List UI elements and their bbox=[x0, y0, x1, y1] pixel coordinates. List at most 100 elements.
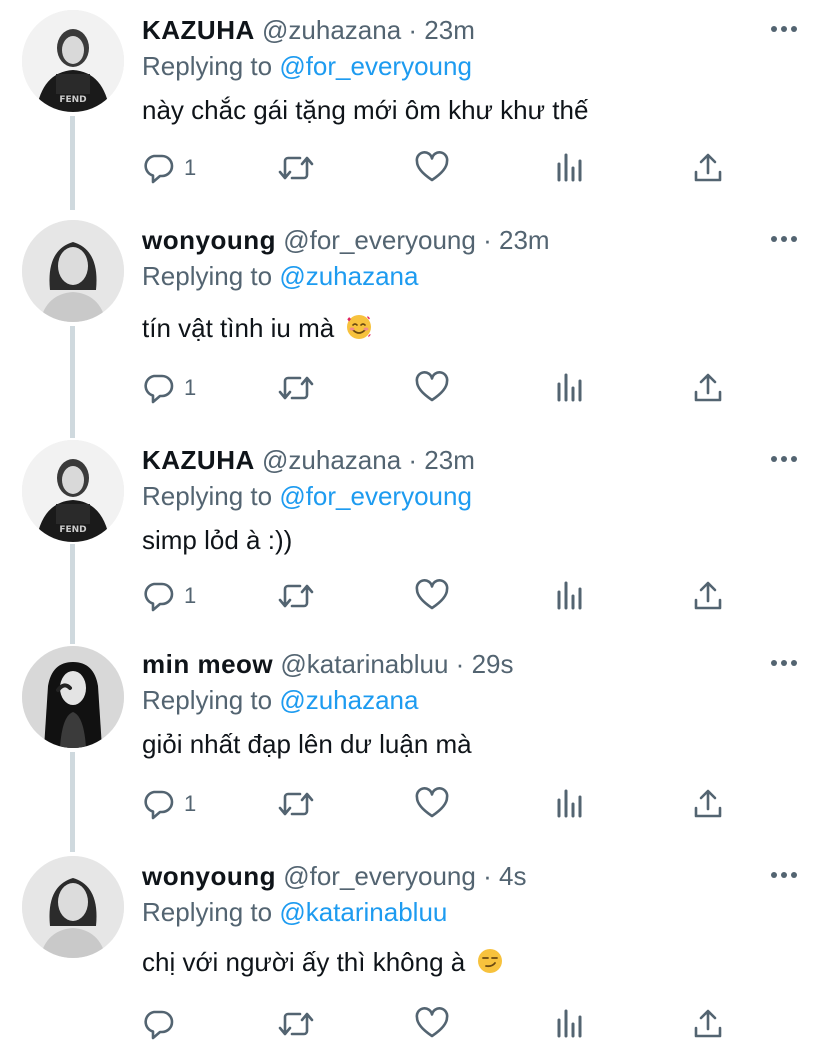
separator-dot: · bbox=[408, 445, 418, 475]
replying-to-link[interactable]: @for_everyoung bbox=[279, 51, 472, 81]
replying-to: Replying to @for_everyoung bbox=[142, 48, 472, 84]
more-options-icon[interactable] bbox=[770, 454, 798, 464]
tweet[interactable]: FEND KAZUHA @zuhazana · 23m Replying to … bbox=[0, 0, 828, 210]
reply-button[interactable]: 1 bbox=[140, 148, 196, 188]
more-options-icon[interactable] bbox=[770, 658, 798, 668]
user-handle[interactable]: @katarinabluu bbox=[280, 649, 448, 679]
replying-to: Replying to @for_everyoung bbox=[142, 478, 472, 514]
tweet-text: chị với người ấy thì không à bbox=[142, 944, 504, 980]
tweet[interactable]: wonyoung @for_everyoung · 23m Replying t… bbox=[0, 210, 828, 430]
share-icon bbox=[694, 789, 722, 818]
analytics-button[interactable] bbox=[554, 576, 586, 616]
reply-icon bbox=[144, 790, 174, 820]
retweet-icon bbox=[278, 792, 314, 816]
replying-to-link[interactable]: @for_everyoung bbox=[279, 481, 472, 511]
tweet[interactable]: wonyoung @for_everyoung · 4s Replying to… bbox=[0, 846, 828, 1052]
retweet-button[interactable] bbox=[276, 368, 316, 408]
reply-button[interactable] bbox=[140, 1004, 184, 1044]
timestamp[interactable]: 4s bbox=[499, 861, 526, 891]
replying-to-link[interactable]: @zuhazana bbox=[279, 261, 418, 291]
tweet-text-content: simp lỏd à :)) bbox=[142, 525, 293, 555]
analytics-button[interactable] bbox=[554, 148, 586, 188]
retweet-button[interactable] bbox=[276, 784, 316, 824]
like-button[interactable] bbox=[414, 148, 450, 188]
tweet[interactable]: FEND KAZUHA @zuhazana · 23m Replying to … bbox=[0, 430, 828, 640]
timestamp[interactable]: 23m bbox=[499, 225, 550, 255]
separator-dot: · bbox=[455, 649, 465, 679]
separator-dot: · bbox=[483, 861, 492, 891]
like-button[interactable] bbox=[414, 1004, 450, 1044]
display-name[interactable]: KAZUHA bbox=[142, 445, 255, 475]
display-name[interactable]: wonyoung bbox=[142, 861, 276, 891]
share-icon bbox=[694, 1009, 722, 1038]
user-handle[interactable]: @for_everyoung bbox=[283, 225, 476, 255]
share-button[interactable] bbox=[692, 784, 724, 824]
avatar[interactable]: FEND bbox=[22, 10, 124, 112]
reply-icon bbox=[144, 582, 174, 612]
more-options-icon[interactable] bbox=[770, 870, 798, 880]
retweet-icon bbox=[278, 1012, 314, 1036]
user-handle[interactable]: @zuhazana bbox=[262, 15, 401, 45]
reply-count: 1 bbox=[184, 791, 197, 816]
timestamp[interactable]: 23m bbox=[424, 445, 475, 475]
replying-to-label: Replying to bbox=[142, 481, 273, 511]
reply-icon bbox=[144, 374, 174, 404]
share-button[interactable] bbox=[692, 148, 724, 188]
retweet-button[interactable] bbox=[276, 576, 316, 616]
replying-to: Replying to @zuhazana bbox=[142, 258, 418, 294]
display-name[interactable]: KAZUHA bbox=[142, 15, 255, 45]
like-button[interactable] bbox=[414, 784, 450, 824]
analytics-icon bbox=[557, 581, 582, 610]
svg-text:FEND: FEND bbox=[59, 95, 86, 105]
analytics-button[interactable] bbox=[554, 784, 586, 824]
analytics-button[interactable] bbox=[554, 368, 586, 408]
heart-icon bbox=[415, 579, 449, 610]
separator-dot: · bbox=[408, 15, 418, 45]
heart-icon bbox=[415, 371, 449, 402]
display-name[interactable]: wonyoung bbox=[142, 225, 276, 255]
reply-button[interactable]: 1 bbox=[140, 784, 196, 824]
reply-count: 1 bbox=[184, 155, 197, 180]
analytics-icon bbox=[557, 153, 582, 182]
user-handle[interactable]: @for_everyoung bbox=[283, 861, 476, 891]
analytics-icon bbox=[557, 789, 582, 818]
share-icon bbox=[694, 153, 722, 182]
timestamp[interactable]: 29s bbox=[472, 649, 514, 679]
action-bar: 1 bbox=[140, 148, 740, 188]
reply-icon bbox=[144, 1010, 174, 1040]
tweet-text-content: này chắc gái tặng mới ôm khư khư thế bbox=[142, 95, 589, 125]
tweet[interactable]: min meow @katarinabluu · 29s Replying to… bbox=[0, 640, 828, 850]
reply-button[interactable]: 1 bbox=[140, 368, 196, 408]
timestamp[interactable]: 23m bbox=[424, 15, 475, 45]
tweet-header: wonyoung @for_everyoung · 23m bbox=[142, 222, 550, 258]
reply-icon bbox=[144, 154, 174, 184]
more-options-icon[interactable] bbox=[770, 24, 798, 34]
avatar[interactable] bbox=[22, 220, 124, 322]
analytics-icon bbox=[557, 1009, 582, 1038]
avatar[interactable] bbox=[22, 646, 124, 748]
avatar[interactable]: FEND bbox=[22, 440, 124, 542]
share-button[interactable] bbox=[692, 1004, 724, 1044]
like-button[interactable] bbox=[414, 576, 450, 616]
more-options-icon[interactable] bbox=[770, 234, 798, 244]
svg-text:FEND: FEND bbox=[59, 525, 86, 535]
reply-count: 1 bbox=[184, 583, 197, 608]
retweet-button[interactable] bbox=[276, 1004, 316, 1044]
share-button[interactable] bbox=[692, 368, 724, 408]
reply-count: 1 bbox=[184, 375, 197, 400]
smirking-face-icon bbox=[478, 949, 503, 973]
replying-to-link[interactable]: @zuhazana bbox=[279, 685, 418, 715]
heart-icon bbox=[415, 151, 449, 182]
like-button[interactable] bbox=[414, 368, 450, 408]
avatar[interactable] bbox=[22, 856, 124, 958]
replying-to-link[interactable]: @katarinabluu bbox=[279, 897, 447, 927]
replying-to-label: Replying to bbox=[142, 51, 273, 81]
user-handle[interactable]: @zuhazana bbox=[262, 445, 401, 475]
display-name[interactable]: min meow bbox=[142, 649, 273, 679]
analytics-button[interactable] bbox=[554, 1004, 586, 1044]
replying-to-label: Replying to bbox=[142, 685, 273, 715]
reply-button[interactable]: 1 bbox=[140, 576, 196, 616]
separator-dot: · bbox=[483, 225, 492, 255]
share-button[interactable] bbox=[692, 576, 724, 616]
retweet-button[interactable] bbox=[276, 148, 316, 188]
